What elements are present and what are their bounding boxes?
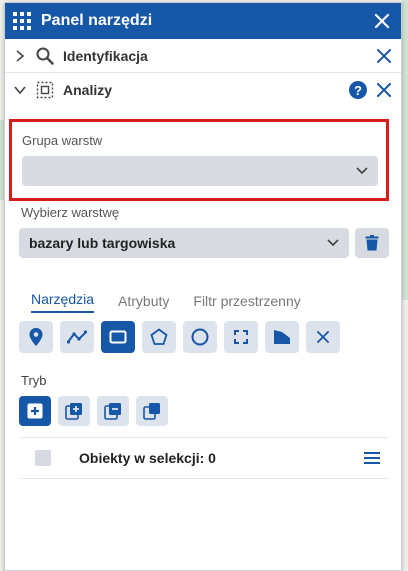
apps-grid-icon (13, 12, 31, 30)
shape-icon (274, 330, 290, 344)
point-tool-button[interactable] (19, 321, 53, 353)
polygon-icon (150, 328, 168, 345)
layer-group-label: Grupa warstw (22, 133, 103, 148)
analysis-tabs: Narzędzia Atrybuty Filtr przestrzenny (31, 287, 325, 313)
mode-buttons (19, 396, 175, 426)
new-selection-icon (27, 403, 43, 419)
panel-header: Panel narzędzi (5, 3, 401, 39)
chevron-right-icon (13, 49, 27, 63)
section-analyze-label: Analizy (63, 82, 113, 98)
intersect-selection-button[interactable] (136, 396, 168, 426)
layer-group-highlight: Grupa warstw (9, 119, 389, 201)
layer-group-select[interactable] (22, 156, 378, 186)
close-identify-button[interactable] (373, 45, 395, 67)
add-selection-button[interactable] (58, 396, 90, 426)
selection-count-label: Obiekty w selekcji: 0 (79, 450, 216, 466)
map-feature (402, 0, 408, 300)
clear-selection-button[interactable] (306, 321, 340, 353)
extent-icon (234, 330, 248, 344)
mode-label: Tryb (21, 373, 47, 388)
layer-select[interactable]: bazary lub targowiska (19, 228, 349, 258)
chevron-down-icon (356, 167, 368, 175)
section-identify[interactable]: Identyfikacja (5, 39, 401, 73)
rectangle-icon (109, 330, 127, 344)
selection-tools (19, 321, 347, 353)
hamburger-menu-icon (364, 452, 380, 464)
layer-select-value: bazary lub targowiska (29, 235, 176, 251)
search-icon (35, 46, 55, 66)
map-marker-icon (29, 328, 43, 346)
extent-tool-button[interactable] (224, 321, 258, 353)
close-icon (317, 331, 329, 343)
chevron-down-icon (13, 83, 27, 97)
freehand-shape-tool-button[interactable] (265, 321, 299, 353)
new-selection-button[interactable] (19, 396, 51, 426)
circle-icon (191, 328, 209, 346)
chevron-down-icon (327, 239, 339, 247)
help-icon[interactable]: ? (349, 81, 367, 99)
polygon-tool-button[interactable] (142, 321, 176, 353)
results-menu-button[interactable] (361, 447, 383, 469)
selection-results-row: Obiekty w selekcji: 0 (21, 437, 389, 479)
intersect-selection-icon (143, 403, 160, 420)
tab-spatial-filter[interactable]: Filtr przestrzenny (193, 293, 300, 313)
tab-tools[interactable]: Narzędzia (31, 291, 95, 313)
trash-icon (365, 235, 379, 251)
polyline-icon (67, 330, 87, 344)
remove-selection-icon (104, 403, 121, 420)
select-all-checkbox[interactable] (35, 450, 51, 466)
tab-attributes[interactable]: Atrybuty (118, 293, 169, 313)
layer-select-label: Wybierz warstwę (21, 205, 120, 220)
add-selection-icon (65, 403, 82, 420)
tools-panel: Panel narzędzi Identyfikacja Analizy ? G… (4, 2, 402, 571)
section-identify-label: Identyfikacja (63, 47, 148, 64)
section-analyze[interactable]: Analizy ? (5, 73, 401, 107)
panel-title: Panel narzędzi (41, 12, 153, 29)
close-panel-button[interactable] (371, 10, 393, 32)
rectangle-tool-button[interactable] (101, 321, 135, 353)
circle-tool-button[interactable] (183, 321, 217, 353)
close-analyze-button[interactable] (373, 79, 395, 101)
remove-selection-button[interactable] (97, 396, 129, 426)
polyline-tool-button[interactable] (60, 321, 94, 353)
close-icon (374, 13, 390, 29)
delete-layer-button[interactable] (355, 228, 389, 258)
selection-frame-icon (35, 80, 55, 100)
close-icon (377, 48, 391, 63)
close-icon (377, 83, 391, 97)
